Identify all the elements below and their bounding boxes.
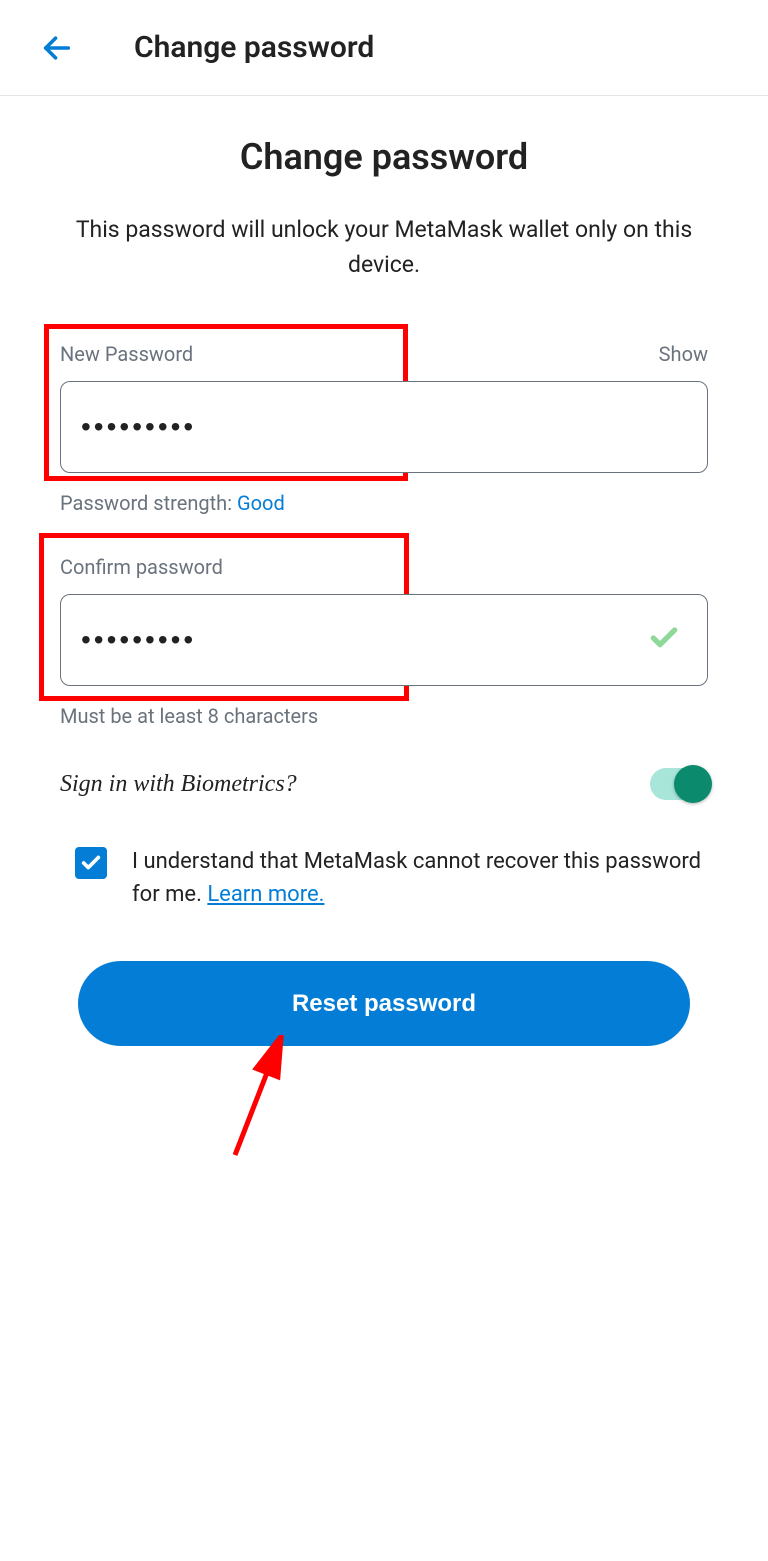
biometrics-label: Sign in with Biometrics? — [60, 771, 297, 798]
check-icon — [648, 622, 680, 658]
consent-row: I understand that MetaMask cannot recove… — [60, 845, 708, 911]
header-title: Change password — [134, 30, 374, 65]
confirm-password-label: Confirm password — [60, 555, 223, 579]
password-strength-value: Good — [237, 491, 285, 515]
confirm-password-group: Confirm password Must be at least 8 char… — [60, 555, 708, 728]
new-password-input[interactable] — [60, 381, 708, 473]
header: Change password — [0, 0, 768, 96]
consent-text: I understand that MetaMask cannot recove… — [132, 845, 708, 911]
reset-password-button[interactable]: Reset password — [78, 961, 690, 1046]
password-strength-text: Password strength: Good — [60, 491, 708, 515]
content: Change password This password will unloc… — [0, 96, 768, 1086]
confirm-password-input[interactable] — [60, 594, 708, 686]
back-arrow-icon[interactable] — [40, 31, 74, 65]
new-password-group: New Password Show Password strength: Goo… — [60, 342, 708, 515]
new-password-label: New Password — [60, 342, 193, 366]
page-title: Change password — [60, 136, 708, 178]
biometrics-row: Sign in with Biometrics? — [60, 768, 708, 800]
show-password-link[interactable]: Show — [659, 342, 708, 366]
learn-more-link[interactable]: Learn more. — [207, 882, 324, 907]
confirm-password-helper: Must be at least 8 characters — [60, 704, 708, 728]
page-description: This password will unlock your MetaMask … — [60, 213, 708, 282]
consent-checkbox[interactable] — [75, 847, 107, 879]
biometrics-toggle[interactable] — [650, 768, 708, 800]
toggle-knob — [674, 765, 712, 803]
